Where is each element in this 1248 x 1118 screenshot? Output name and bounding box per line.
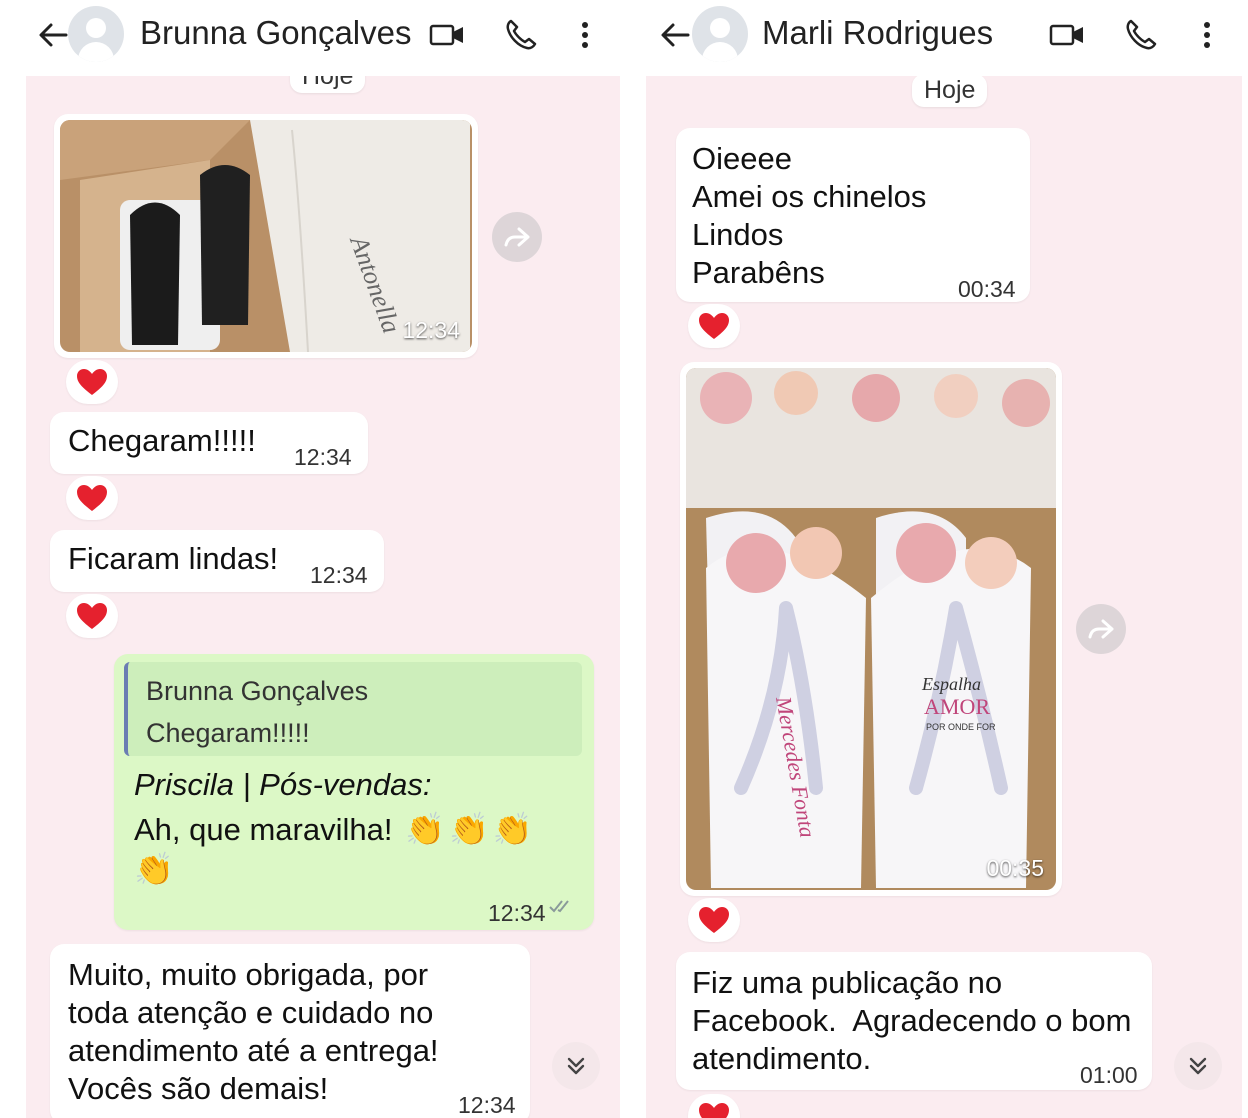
quoted-text: Chegaram!!!!! [146,718,310,748]
video-call-icon[interactable] [1048,16,1086,54]
quoted-author: Brunna Gonçalves [146,676,369,706]
heart-reaction-icon [699,1103,729,1118]
chat-area[interactable]: Hoje Antonella 12:34 Chegaram!!!!! 12:34… [26,76,620,1118]
message-time: 12:34 [310,562,368,588]
forward-icon [504,227,530,247]
image-message[interactable]: Mercedes Fonta Espalha AMOR POR ONDE FOR… [680,362,1062,896]
heart-reaction[interactable] [66,360,118,404]
scroll-down-button[interactable] [552,1042,600,1090]
message-bubble[interactable]: Ficaram lindas! 12:34 [50,530,384,592]
forward-button[interactable] [492,212,542,262]
heart-reaction[interactable] [688,898,740,942]
reply-content: Ah, que maravilha! 👏 👏 👏 [134,810,533,849]
message-text: Oieeee Amei os chinelos Lindos Parabêns [692,141,927,290]
read-ticks-icon [549,900,569,913]
heart-reaction-icon [77,369,107,395]
date-chip: Hoje [912,76,988,107]
svg-text:AMOR: AMOR [924,694,990,719]
clap-emoji: 👏 [448,811,489,847]
heart-reaction[interactable] [66,476,118,520]
more-options-icon[interactable] [566,16,604,54]
reply-content-line2: 👏 [134,850,174,889]
back-arrow-icon[interactable] [36,18,70,52]
message-time: 12:34 [294,444,352,470]
phone-icon[interactable] [502,16,540,54]
svg-text:POR ONDE FOR: POR ONDE FOR [926,722,996,732]
avatar-icon[interactable] [692,6,748,62]
image-time: 12:34 [402,317,460,343]
message-time: 01:00 [1080,1062,1138,1088]
message-bubble[interactable]: Fiz uma publicação no Facebook. Agradece… [676,952,1152,1090]
flip-flops-photo[interactable]: Mercedes Fonta Espalha AMOR POR ONDE FOR… [686,368,1056,890]
more-options-icon[interactable] [1188,16,1226,54]
sent-reply-bubble[interactable]: Brunna Gonçalves Chegaram!!!!! Priscila … [114,654,594,930]
scroll-down-button[interactable] [1174,1042,1222,1090]
image-message[interactable]: Antonella 12:34 [54,114,478,358]
clap-emoji: 👏 [134,851,174,887]
back-arrow-icon[interactable] [658,18,692,52]
image-time: 00:35 [986,855,1044,881]
chat-area[interactable]: Hoje Oieeee Amei os chinelos Lindos Para… [646,76,1242,1118]
message-text: Muito, muito obrigada, por toda atenção … [68,957,439,1106]
chat-header: Brunna Gonçalves [0,0,626,72]
heart-reaction[interactable] [688,1094,740,1118]
heart-reaction-icon [77,603,107,629]
svg-text:Espalha: Espalha [921,674,981,694]
clap-emoji: 👏 [405,811,445,847]
avatar-icon[interactable] [68,6,124,62]
heart-reaction-icon [699,907,729,933]
chat-panel-left: Brunna Gonçalves Hoje Antonella 12:34 Ch… [0,0,626,1118]
chat-header: Marli Rodrigues [640,0,1248,72]
date-chip: Hoje [290,76,366,93]
heart-reaction[interactable] [688,304,740,348]
message-time: 00:34 [958,276,1016,302]
message-time: 12:34 [458,1092,516,1118]
quoted-message[interactable]: Brunna Gonçalves Chegaram!!!!! [124,662,582,756]
heart-reaction-icon [77,485,107,511]
phone-icon[interactable] [1122,16,1160,54]
scroll-down-icon [567,1057,585,1075]
scroll-down-icon [1189,1057,1207,1075]
message-text: Ficaram lindas! [68,541,279,576]
photo-illustration: Mercedes Fonta Espalha AMOR POR ONDE FOR [686,368,1056,890]
heart-reaction[interactable] [66,594,118,638]
forward-icon [1088,619,1114,639]
clap-emoji: 👏 [492,811,533,847]
message-text: Chegaram!!!!! [68,423,256,458]
contact-name[interactable]: Marli Rodrigues [762,14,993,52]
sandals-box-photo[interactable]: Antonella 12:34 [60,120,472,352]
message-time: 12:34 [488,900,546,926]
message-text: Fiz uma publicação no Facebook. Agradece… [692,965,1132,1076]
chat-panel-right: Marli Rodrigues Hoje Oieeee Amei os chin… [640,0,1248,1118]
contact-name[interactable]: Brunna Gonçalves [140,14,412,52]
forward-button[interactable] [1076,604,1126,654]
message-bubble[interactable]: Chegaram!!!!! 12:34 [50,412,368,474]
video-call-icon[interactable] [428,16,466,54]
message-bubble[interactable]: Muito, muito obrigada, por toda atenção … [50,944,530,1118]
heart-reaction-icon [699,313,729,339]
message-bubble[interactable]: Oieeee Amei os chinelos Lindos Parabêns … [676,128,1030,302]
sender-name: Priscila | Pós-vendas: [134,767,432,802]
reply-text: Ah, que maravilha! [134,812,393,847]
